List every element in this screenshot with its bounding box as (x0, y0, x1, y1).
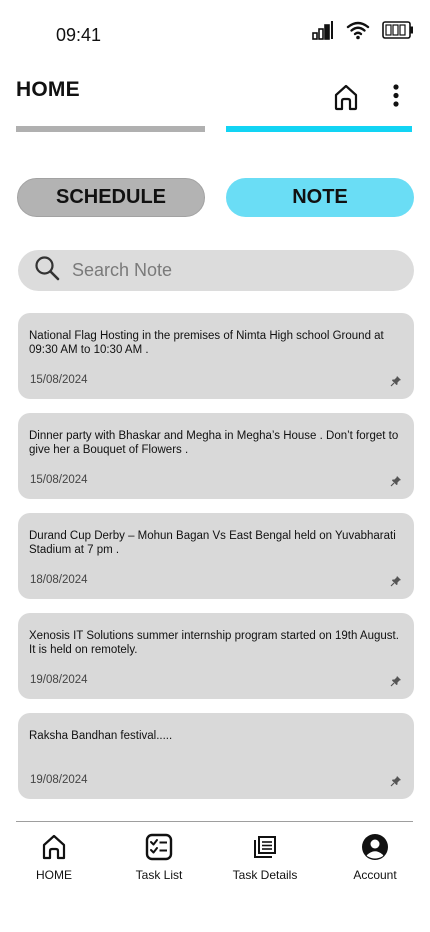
note-date: 19/08/2024 (30, 674, 88, 686)
pin-icon[interactable] (390, 774, 402, 787)
account-icon (361, 830, 389, 864)
nav-label-task-details: Task Details (232, 868, 298, 882)
note-date: 19/08/2024 (30, 774, 88, 786)
search-bar[interactable] (18, 250, 414, 291)
note-date: 15/08/2024 (30, 474, 88, 486)
status-time: 09:41 (56, 25, 102, 45)
note-card[interactable]: Xenosis IT Solutions summer internship p… (18, 613, 414, 699)
note-button[interactable]: NOTE (226, 178, 414, 217)
tab-indicator-note[interactable] (226, 126, 412, 132)
search-icon (34, 255, 60, 286)
pin-icon[interactable] (390, 574, 402, 587)
nav-label-account: Account (353, 868, 397, 882)
nav-label-home: HOME (36, 868, 72, 882)
more-vertical-icon[interactable] (386, 83, 406, 109)
status-icons (312, 20, 414, 40)
note-text: Dinner party with Bhaskar and Megha in M… (29, 430, 399, 456)
nav-item-task-list[interactable]: Task List (130, 830, 188, 882)
note-text: Raksha Bandhan festival..... (29, 730, 173, 742)
home-icon (42, 830, 66, 864)
pin-icon[interactable] (390, 374, 402, 387)
bottom-nav-divider (16, 821, 413, 822)
note-text: Durand Cup Derby – Mohun Bagan Vs East B… (29, 530, 396, 556)
nav-item-task-details[interactable]: Task Details (232, 830, 298, 882)
search-input[interactable] (70, 259, 374, 282)
note-text: Xenosis IT Solutions summer internship p… (29, 630, 399, 656)
note-card[interactable]: Raksha Bandhan festival..... 19/08/2024 (18, 713, 414, 799)
note-text: National Flag Hosting in the premises of… (29, 330, 384, 356)
note-date: 18/08/2024 (30, 574, 88, 586)
tab-indicator-schedule[interactable] (16, 126, 205, 132)
note-card[interactable]: Durand Cup Derby – Mohun Bagan Vs East B… (18, 513, 414, 599)
note-card[interactable]: Dinner party with Bhaskar and Megha in M… (18, 413, 414, 499)
page-title: HOME (16, 78, 80, 101)
wifi-icon (346, 20, 370, 40)
nav-label-task-list: Task List (135, 868, 183, 882)
nav-item-home[interactable]: HOME (36, 830, 72, 882)
pin-icon[interactable] (390, 474, 402, 487)
task-list-icon (145, 830, 173, 864)
cellular-signal-icon (312, 20, 334, 40)
note-date: 15/08/2024 (30, 374, 88, 386)
task-details-icon (253, 830, 277, 864)
status-bar: 09:41 (0, 0, 430, 60)
home-icon[interactable] (333, 83, 359, 111)
pin-icon[interactable] (390, 674, 402, 687)
note-card[interactable]: National Flag Hosting in the premises of… (18, 313, 414, 399)
nav-item-account[interactable]: Account (351, 830, 399, 882)
schedule-button[interactable]: SCHEDULE (17, 178, 205, 217)
battery-icon (382, 20, 414, 40)
